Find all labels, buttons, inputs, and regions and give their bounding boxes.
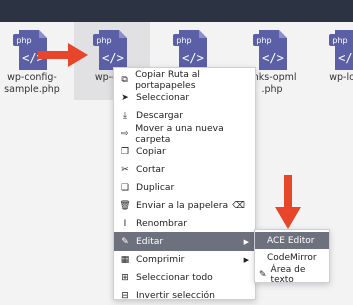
submenu-item-textarea[interactable]: ✎ Área de texto: [255, 264, 329, 285]
edit-submenu: ACE Editor CodeMirror ✎ Área de texto: [254, 229, 330, 285]
svg-text:php: php: [96, 36, 111, 45]
svg-text:php: php: [176, 36, 191, 45]
move-folder-icon: ⇨: [120, 128, 129, 139]
trash-icon: 🗑: [119, 200, 131, 211]
menu-item-label: Copiar: [136, 146, 166, 157]
menu-item-label: Enviar a la papelera: [136, 200, 229, 211]
down-arrow-annotation-icon: [275, 175, 301, 229]
menu-item-select[interactable]: ➤ Seleccionar: [114, 88, 255, 107]
php-file-icon: php </>: [253, 30, 287, 70]
rename-icon: I: [123, 218, 127, 229]
menu-item-copy[interactable]: ❐ Copiar: [114, 142, 255, 161]
scissors-icon: ✂: [121, 164, 129, 175]
top-bar: [0, 0, 353, 22]
eraser-icon: ⌫: [232, 200, 245, 211]
svg-text:</>: </>: [182, 51, 204, 65]
submenu-arrow-icon: ▶: [243, 237, 249, 246]
svg-text:</>: </>: [338, 51, 353, 65]
submenu-item-label: CodeMirror: [267, 252, 317, 263]
menu-item-label: Renombrar: [136, 218, 188, 229]
copy-icon: ❐: [120, 146, 130, 157]
menu-item-cut[interactable]: ✂ Cortar: [114, 160, 255, 179]
menu-item-rename[interactable]: I Renombrar: [114, 214, 255, 233]
right-arrow-annotation-icon: [38, 43, 88, 67]
submenu-item-label: ACE Editor: [267, 235, 315, 246]
menu-item-label: Descargar: [136, 110, 184, 121]
svg-text:php: php: [16, 36, 31, 45]
select-all-icon: ⊞: [121, 272, 129, 283]
menu-item-copy-path[interactable]: ⧉ Copiar Ruta al portapapeles: [114, 69, 255, 91]
menu-item-select-all[interactable]: ⊞ Seleccionar todo: [114, 268, 255, 287]
menu-item-label: Duplicar: [136, 182, 175, 193]
svg-text:</>: </>: [102, 51, 124, 65]
file-name: wp-config- sample.php: [4, 72, 60, 95]
menu-item-edit[interactable]: ✎ Editar ▶: [114, 232, 255, 251]
compress-icon: ▦: [120, 254, 130, 265]
php-file-icon: php </>: [173, 30, 207, 70]
submenu-arrow-icon: ▶: [243, 255, 249, 264]
context-menu: ⧉ Copiar Ruta al portapapeles ➤ Seleccio…: [113, 67, 256, 301]
invert-selection-icon: ⊟: [121, 290, 129, 301]
submenu-item-label: Área de texto: [270, 264, 306, 285]
submenu-item-codemirror[interactable]: CodeMirror: [255, 249, 329, 266]
copy-path-icon: ⧉: [121, 74, 128, 85]
svg-text:php: php: [332, 36, 347, 45]
menu-item-label: Comprimir: [136, 254, 185, 265]
submenu-item-ace-editor[interactable]: ACE Editor: [255, 232, 329, 249]
menu-item-label: Invertir selección: [136, 290, 215, 301]
download-icon: ⤓: [123, 110, 127, 121]
menu-item-trash[interactable]: 🗑 Enviar a la papelera ⌫: [114, 196, 255, 215]
menu-item-label: Editar: [136, 236, 164, 247]
svg-text:php: php: [256, 36, 271, 45]
menu-item-invert-selection[interactable]: ⊟ Invertir selección: [114, 286, 255, 305]
cursor-icon: ➤: [121, 92, 129, 103]
php-file-icon: php </>: [329, 30, 353, 70]
menu-item-label: Seleccionar todo: [136, 272, 213, 283]
menu-item-label: Seleccionar: [136, 92, 190, 103]
svg-text:</>: </>: [262, 51, 284, 65]
pencil-icon: ✎: [259, 269, 267, 280]
file-name: wp-load: [329, 72, 353, 83]
menu-item-label: Cortar: [136, 164, 165, 175]
duplicate-icon: ❏: [120, 182, 130, 193]
edit-icon: ✎: [121, 236, 129, 247]
menu-item-compress[interactable]: ▦ Comprimir ▶: [114, 250, 255, 269]
php-file-icon: php </>: [93, 30, 127, 70]
menu-item-duplicate[interactable]: ❏ Duplicar: [114, 178, 255, 197]
menu-item-move-folder[interactable]: ⇨ Mover a una nueva carpeta: [114, 123, 255, 145]
